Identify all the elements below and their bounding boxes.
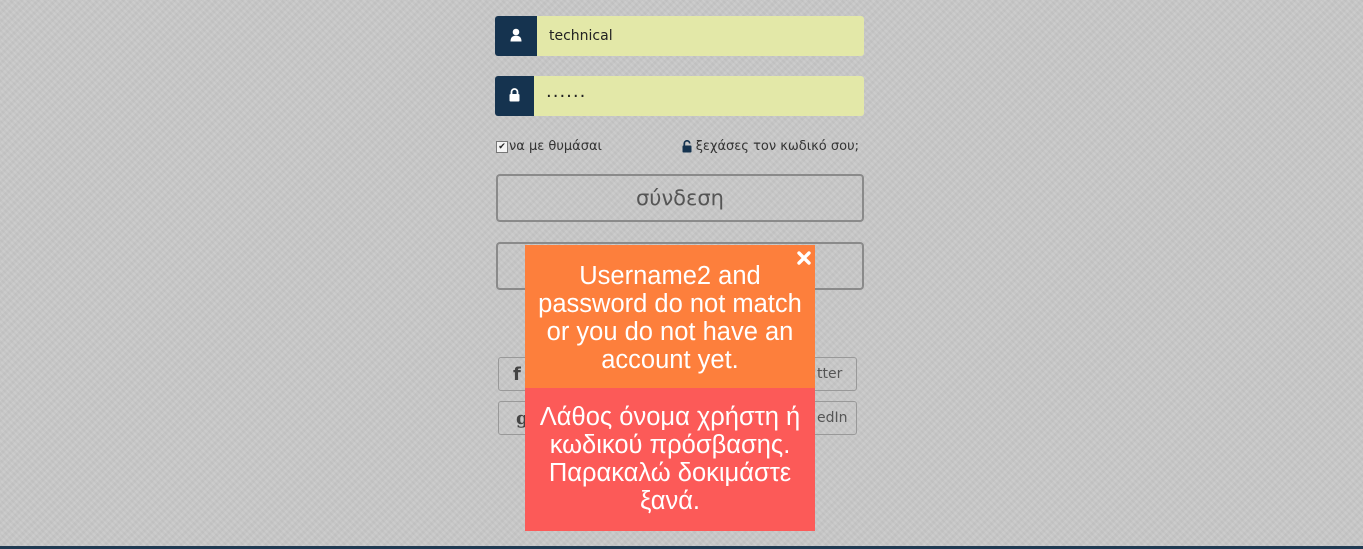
remember-me-checkbox[interactable]: ✔: [496, 140, 508, 153]
username-field-group: [495, 16, 864, 56]
twitter-button[interactable]: tter: [817, 366, 842, 382]
username-addon: [495, 16, 537, 56]
login-button[interactable]: σύνδεση: [496, 174, 864, 222]
linkedin-button[interactable]: edIn: [817, 410, 848, 426]
password-field-group: [495, 76, 864, 116]
forgot-password-label: ξεχάσες τον κωδικό σου;: [695, 139, 859, 154]
remember-me[interactable]: ✔ να με θυμάσαι: [496, 139, 602, 154]
error-message-en-text: Username2 and password do not match or y…: [538, 262, 802, 374]
facebook-icon: f: [513, 363, 521, 385]
unlock-icon: [682, 140, 692, 153]
user-icon: [510, 27, 522, 46]
error-message-en: Username2 and password do not match or y…: [525, 245, 815, 388]
close-button[interactable]: [795, 248, 813, 266]
error-modal: Username2 and password do not match or y…: [525, 245, 815, 531]
username-input[interactable]: [537, 16, 864, 56]
close-icon: [797, 243, 811, 271]
error-message-gr: Λάθος όνομα χρήστη ή κωδικού πρόσβασης. …: [525, 388, 815, 531]
error-message-gr-text: Λάθος όνομα χρήστη ή κωδικού πρόσβασης. …: [539, 403, 801, 515]
login-options-row: ✔ να με θυμάσαι ξεχάσες τον κωδικό σου;: [495, 137, 864, 157]
remember-me-label: να με θυμάσαι: [509, 139, 602, 154]
lock-icon: [509, 87, 520, 106]
password-addon: [495, 76, 534, 116]
password-input[interactable]: [534, 76, 864, 116]
forgot-password-link[interactable]: ξεχάσες τον κωδικό σου;: [682, 139, 859, 154]
login-button-label: σύνδεση: [635, 186, 724, 210]
